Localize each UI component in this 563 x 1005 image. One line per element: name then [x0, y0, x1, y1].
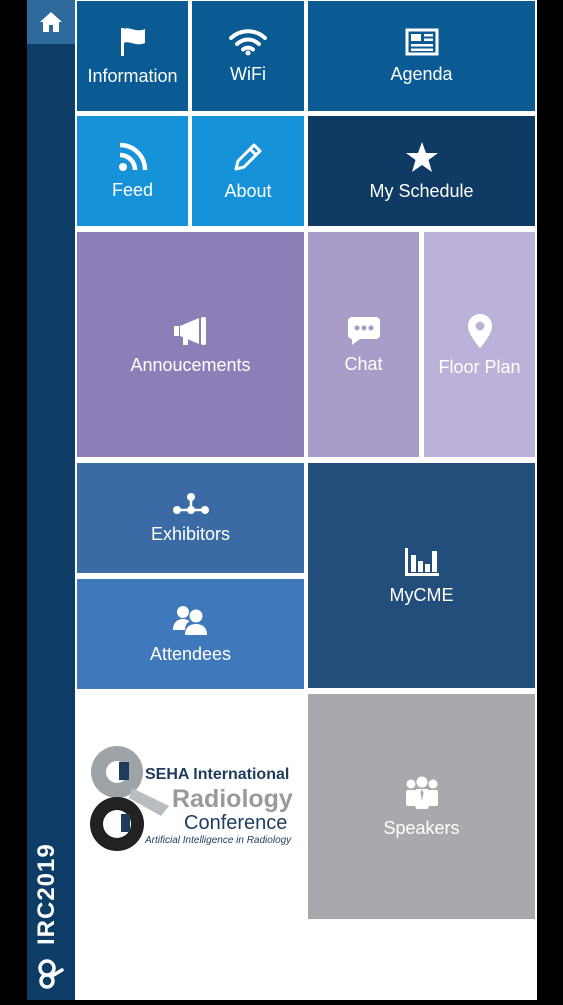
conference-logo-icon [38, 959, 64, 989]
tile-attendees[interactable]: Attendees [77, 579, 304, 689]
tile-about-label: About [224, 181, 272, 201]
sidebar-title: IRC2019 [33, 843, 60, 945]
tile-my-schedule-label: My Schedule [369, 181, 474, 201]
newspaper-icon [405, 28, 438, 56]
map-pin-icon [467, 313, 492, 348]
megaphone-icon [173, 316, 206, 345]
flag-icon [120, 28, 145, 56]
tile-speakers-label: Speakers [383, 817, 460, 838]
chat-bubble-icon [347, 316, 380, 345]
tile-announcements[interactable]: Annoucements [77, 232, 304, 457]
home-icon [40, 12, 62, 32]
logo-tagline: Artificial Intelligence in Radiology [144, 835, 292, 846]
star-icon [405, 142, 438, 172]
network-icon [172, 493, 209, 514]
pencil-icon [234, 143, 262, 171]
conference-logo-card: SEHA International Radiology Conference … [77, 692, 304, 1000]
tile-chat-label: Chat [344, 353, 383, 374]
group-icon [405, 776, 438, 809]
tile-my-schedule[interactable]: My Schedule [308, 116, 535, 226]
tile-speakers[interactable]: Speakers [308, 694, 535, 919]
tile-floor-plan-label: Floor Plan [438, 356, 521, 377]
tile-about[interactable]: About [192, 116, 304, 226]
wifi-icon [229, 29, 267, 56]
tile-wifi-label: WiFi [230, 64, 266, 84]
tile-exhibitors[interactable]: Exhibitors [77, 463, 304, 573]
tile-mycme[interactable]: MyCME [308, 463, 535, 688]
users-icon [172, 606, 207, 635]
tile-feed-label: Feed [111, 180, 154, 200]
logo-line3: Conference [184, 812, 287, 834]
tile-wifi[interactable]: WiFi [192, 1, 304, 111]
tile-feed[interactable]: Feed [77, 116, 188, 226]
conference-logo-image: SEHA International Radiology Conference … [90, 746, 293, 851]
tile-agenda[interactable]: Agenda [308, 1, 535, 111]
tile-attendees-label: Attendees [149, 644, 232, 664]
tile-mycme-label: MyCME [389, 584, 454, 605]
tile-agenda-label: Agenda [390, 64, 453, 84]
logo-line1: SEHA International [145, 766, 289, 783]
rss-icon [118, 142, 147, 171]
bar-chart-icon [404, 547, 439, 576]
home-button[interactable] [27, 0, 75, 44]
tile-chat[interactable]: Chat [308, 232, 419, 457]
tile-announcements-label: Annoucements [130, 354, 251, 375]
tile-information[interactable]: Information [77, 1, 188, 111]
logo-line2: Radiology [172, 785, 293, 813]
tile-information-label: Information [87, 66, 178, 86]
tile-exhibitors-label: Exhibitors [150, 524, 231, 544]
tile-floor-plan[interactable]: Floor Plan [424, 232, 535, 457]
